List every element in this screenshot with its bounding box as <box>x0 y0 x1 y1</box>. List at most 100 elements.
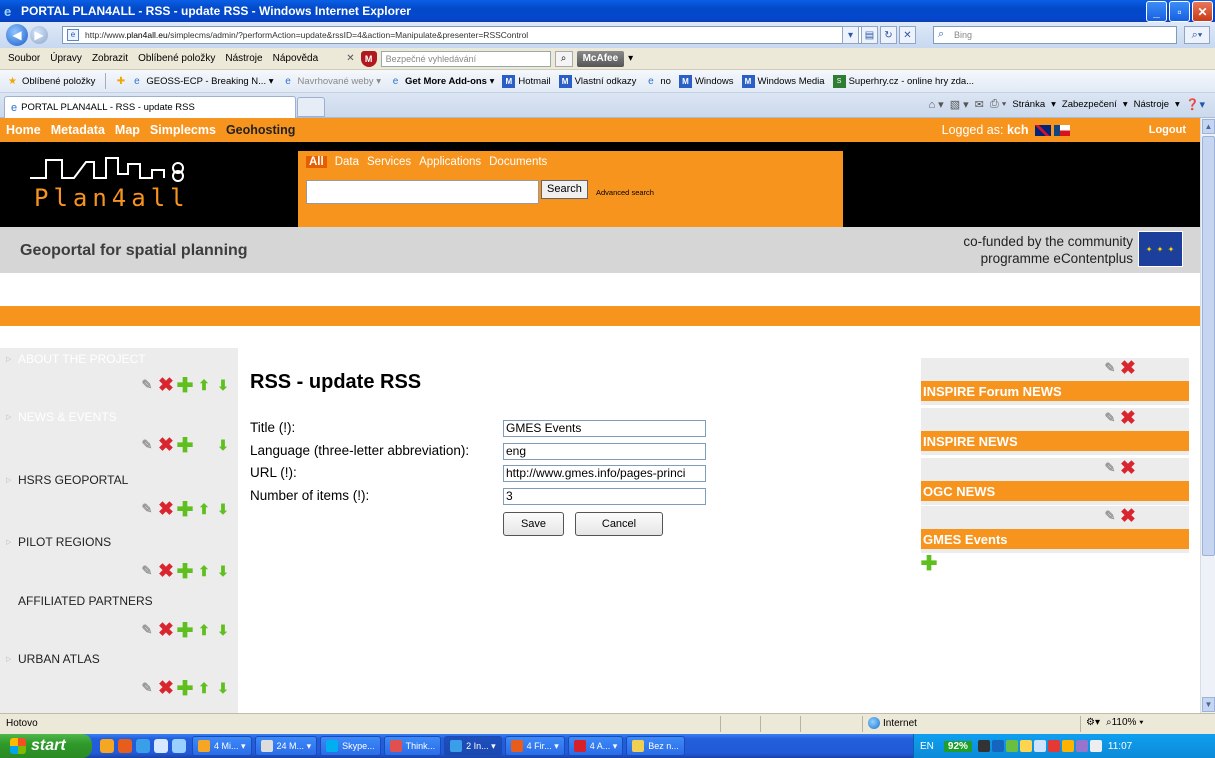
stop-icon[interactable]: ✕ <box>899 26 916 44</box>
search-input[interactable]: ⌕ Bing <box>933 26 1177 44</box>
task-button[interactable]: 4 A... ▾ <box>567 736 624 756</box>
rss-feed-title[interactable]: INSPIRE Forum NEWS <box>921 381 1189 401</box>
mail-icon[interactable]: ✉ <box>975 98 984 111</box>
tray-icon[interactable] <box>1089 740 1102 752</box>
category-applications[interactable]: Applications <box>419 156 481 168</box>
close-button[interactable]: ✕ <box>1192 1 1213 22</box>
rss-feed-title[interactable]: INSPIRE NEWS <box>921 431 1189 451</box>
edit-icon[interactable]: ✎ <box>138 436 156 454</box>
delete-icon[interactable]: ✖ <box>1119 506 1137 527</box>
menu-edit[interactable]: Úpravy <box>50 53 82 64</box>
left-nav-item-urban[interactable]: URBAN ATLAS <box>18 652 100 666</box>
language-indicator[interactable]: EN <box>920 741 934 752</box>
fav-windows-media[interactable]: M Windows Media <box>741 74 825 88</box>
maximize-button[interactable]: ▫ <box>1169 1 1190 22</box>
task-button[interactable]: 4 Mi... ▾ <box>192 736 252 756</box>
menu-tools[interactable]: Nástroje <box>225 53 262 64</box>
nav-map[interactable]: Map <box>115 123 140 137</box>
help-icon[interactable]: ❓▾ <box>1186 98 1205 111</box>
fav-windows[interactable]: M Windows <box>678 74 734 88</box>
nav-metadata[interactable]: Metadata <box>51 123 105 137</box>
arrow-up-icon[interactable]: ⬆ <box>195 376 213 394</box>
edit-icon[interactable]: ✎ <box>1101 507 1119 525</box>
home-icon[interactable]: ⌂ ▾ <box>928 98 943 111</box>
arrow-up-icon[interactable]: ⬆ <box>195 679 213 697</box>
category-data[interactable]: Data <box>335 156 359 168</box>
task-button[interactable]: Think... <box>383 736 442 756</box>
arrow-down-icon[interactable]: ⬇ <box>214 562 232 580</box>
safe-search-button[interactable]: ⌕ <box>554 50 573 67</box>
delete-icon[interactable]: ✖ <box>157 620 175 641</box>
scroll-up-icon[interactable]: ▲ <box>1202 119 1215 134</box>
task-button[interactable]: Bez n... <box>626 736 685 756</box>
save-button[interactable]: Save <box>503 512 564 536</box>
arrow-up-icon[interactable]: ⬆ <box>195 562 213 580</box>
category-services[interactable]: Services <box>367 156 411 168</box>
start-button[interactable]: start <box>0 734 92 758</box>
language-field[interactable]: eng <box>503 443 706 460</box>
search-go-button[interactable]: ⌕▾ <box>1184 26 1210 44</box>
network-icon[interactable] <box>1005 740 1018 752</box>
quicklaunch-icon[interactable] <box>172 739 186 753</box>
rss-feed-title[interactable]: OGC NEWS <box>921 481 1189 501</box>
ie-icon[interactable] <box>136 739 150 753</box>
mcafee-shield-icon[interactable]: M <box>360 50 377 67</box>
portal-search-button[interactable]: Search <box>541 180 588 199</box>
plan4all-logo[interactable]: Plan4all <box>28 154 258 212</box>
tray-icon[interactable] <box>1019 740 1032 752</box>
close-toolbar-icon[interactable]: ✕ <box>346 53 354 64</box>
task-button[interactable]: 2 In... ▾ <box>444 736 502 756</box>
edit-icon[interactable]: ✎ <box>138 562 156 580</box>
mcafee-button[interactable]: McAfee <box>576 50 625 67</box>
menu-help[interactable]: Nápověda <box>273 53 319 64</box>
delete-icon[interactable]: ✖ <box>1119 458 1137 479</box>
delete-icon[interactable]: ✖ <box>157 435 175 456</box>
edit-icon[interactable]: ✎ <box>1101 459 1119 477</box>
delete-icon[interactable]: ✖ <box>157 375 175 396</box>
advanced-search-link[interactable]: Advanced search <box>596 188 654 197</box>
print-icon[interactable]: ⎙ ▾ <box>990 98 1006 111</box>
arrow-down-icon[interactable]: ⬇ <box>214 376 232 394</box>
tools-menu[interactable]: Nástroje <box>1134 99 1169 110</box>
left-nav-item-news[interactable]: NEWS & EVENTS <box>18 410 117 424</box>
safe-search-input[interactable]: Bezpečné vyhledávání <box>380 50 551 67</box>
fav-geoss[interactable]: ✚ e GEOSS-ECP - Breaking N... ▾ <box>114 75 274 88</box>
category-all[interactable]: All <box>306 156 327 168</box>
tray-icon[interactable] <box>1047 740 1060 752</box>
compat-view-icon[interactable]: ▤ <box>861 26 878 44</box>
new-tab-button[interactable] <box>297 97 325 117</box>
arrow-down-icon[interactable]: ⬇ <box>214 500 232 518</box>
tray-icon[interactable] <box>1061 740 1074 752</box>
task-button[interactable]: 4 Fir... ▾ <box>504 736 565 756</box>
tray-icon[interactable] <box>1075 740 1088 752</box>
delete-icon[interactable]: ✖ <box>157 499 175 520</box>
mcafee-dropdown-icon[interactable]: ▾ <box>628 53 633 64</box>
forward-button[interactable]: ▶ <box>30 26 48 44</box>
edit-icon[interactable]: ✎ <box>138 679 156 697</box>
tray-icon[interactable] <box>977 740 990 752</box>
uk-flag-icon[interactable] <box>1035 125 1051 137</box>
fav-suggested[interactable]: e Navrhované weby ▾ <box>282 75 381 88</box>
quicklaunch-icon[interactable] <box>100 739 114 753</box>
title-field[interactable]: GMES Events <box>503 420 706 437</box>
battery-indicator[interactable]: 92% <box>943 740 972 752</box>
edit-icon[interactable]: ✎ <box>1101 409 1119 427</box>
back-button[interactable]: ◀ <box>6 24 28 46</box>
cancel-button[interactable]: Cancel <box>575 512 663 536</box>
add-icon[interactable]: ✚ <box>176 499 194 521</box>
left-nav-item-hsrs[interactable]: HSRS GEOPORTAL <box>18 473 128 487</box>
nav-simplecms[interactable]: Simplecms <box>150 123 216 137</box>
protected-mode-icon[interactable]: ⚙▾ <box>1086 717 1100 728</box>
add-icon[interactable]: ✚ <box>176 561 194 583</box>
edit-icon[interactable]: ✎ <box>138 376 156 394</box>
menu-favorites[interactable]: Oblíbené položky <box>138 53 215 64</box>
window-title-bar[interactable]: e PORTAL PLAN4ALL - RSS - update RSS - W… <box>0 0 1215 22</box>
category-documents[interactable]: Documents <box>489 156 547 168</box>
fav-no[interactable]: e no <box>644 75 671 88</box>
tab-active[interactable]: e PORTAL PLAN4ALL - RSS - update RSS <box>4 96 296 118</box>
url-input[interactable]: http://www.gmes.info/pages-princi <box>503 465 706 482</box>
edit-icon[interactable]: ✎ <box>1101 359 1119 377</box>
portal-search-input[interactable] <box>306 180 539 204</box>
delete-icon[interactable]: ✖ <box>1119 408 1137 429</box>
left-nav-item-about[interactable]: ABOUT THE PROJECT <box>18 352 146 366</box>
